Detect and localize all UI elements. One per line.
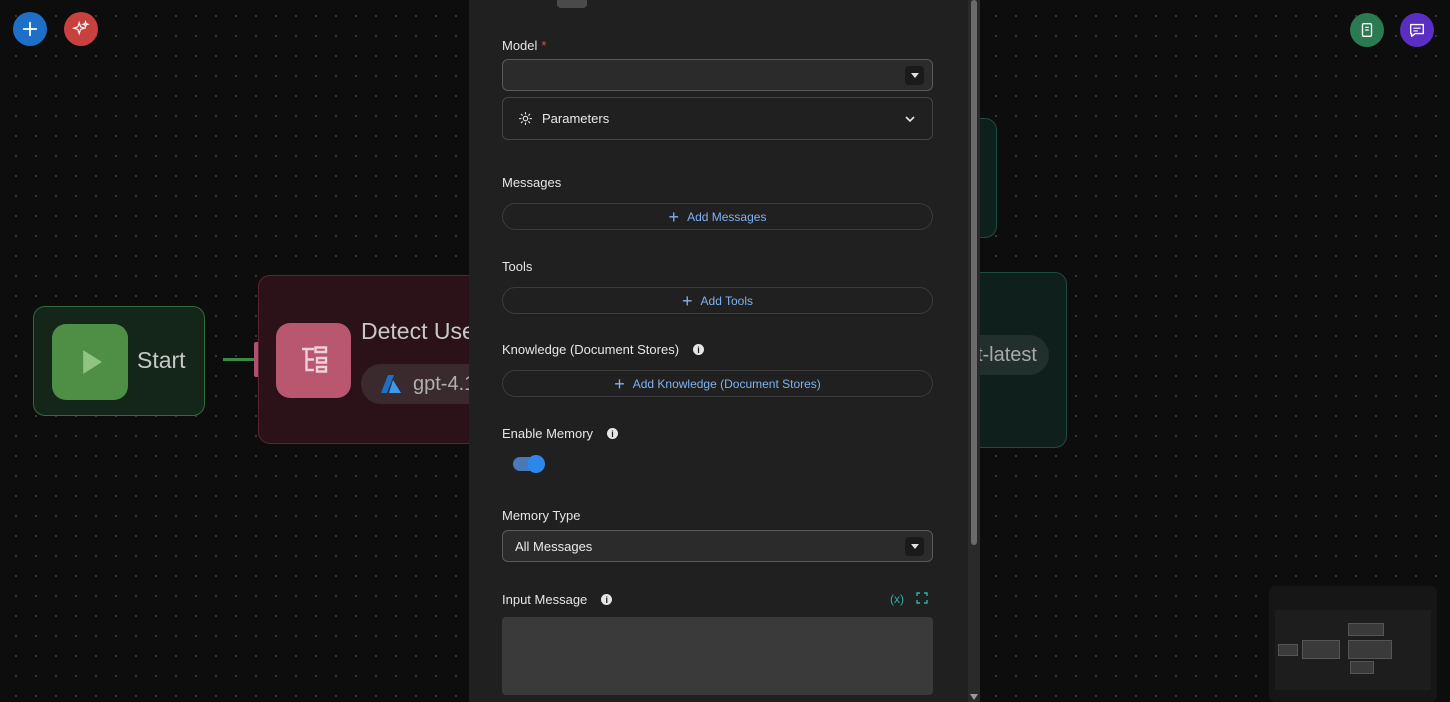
- enable-memory-label: Enable Memory i: [502, 426, 619, 441]
- document-check-icon: [1361, 23, 1373, 37]
- chat-icon: [1410, 23, 1424, 37]
- ai-generate-button[interactable]: [64, 12, 98, 46]
- model-chip-label: gpt-4.1: [413, 372, 476, 395]
- minimap-node: [1348, 623, 1384, 636]
- add-knowledge-button[interactable]: + Add Knowledge (Document Stores): [502, 370, 933, 397]
- memory-type-value: All Messages: [515, 538, 593, 554]
- model-label: Model *: [502, 38, 547, 53]
- enable-memory-toggle[interactable]: [513, 455, 545, 473]
- model-chip-label: t-latest: [976, 343, 1037, 366]
- chat-button[interactable]: [1400, 13, 1434, 47]
- node-title: Detect Use: [361, 318, 475, 344]
- required-mark: *: [541, 38, 547, 53]
- memory-type-label: Memory Type: [502, 508, 581, 523]
- model-select[interactable]: [502, 59, 933, 91]
- plus-icon: [22, 21, 38, 37]
- chevron-down-icon: [905, 66, 924, 85]
- scroll-down-arrow[interactable]: [970, 694, 978, 700]
- sparkles-icon: [72, 20, 90, 36]
- input-message-textarea[interactable]: [502, 617, 933, 695]
- add-tools-button[interactable]: + Add Tools: [502, 287, 933, 314]
- info-icon[interactable]: i: [601, 594, 613, 605]
- insert-variable-button[interactable]: (x): [890, 592, 904, 606]
- tree-icon: [276, 323, 351, 398]
- minimap-node: [1278, 644, 1298, 656]
- minimap-node: [1302, 640, 1340, 659]
- chevron-down-icon: [905, 537, 924, 556]
- memory-type-select[interactable]: All Messages: [502, 530, 933, 562]
- azure-icon: [381, 375, 401, 393]
- panel-scrollbar[interactable]: [968, 0, 980, 702]
- play-icon: [52, 324, 128, 400]
- tools-label: Tools: [502, 259, 533, 274]
- expand-icon[interactable]: [916, 592, 928, 604]
- plus-icon: +: [682, 290, 693, 311]
- toggle-knob: [527, 455, 545, 473]
- info-icon[interactable]: i: [607, 428, 619, 439]
- info-icon[interactable]: i: [693, 344, 705, 355]
- scrollbar-thumb[interactable]: [971, 0, 977, 545]
- parameters-label: Parameters: [542, 111, 610, 126]
- input-message-label: Input Message i: [502, 592, 613, 607]
- add-node-button[interactable]: [13, 12, 47, 46]
- validate-button[interactable]: [1350, 13, 1384, 47]
- knowledge-label: Knowledge (Document Stores) i: [502, 342, 705, 357]
- plus-icon: +: [668, 206, 680, 227]
- messages-label: Messages: [502, 175, 562, 190]
- edge-connector: [223, 358, 257, 361]
- add-messages-button[interactable]: + Add Messages: [502, 203, 933, 230]
- chevron-down-icon: [905, 116, 915, 123]
- minimap-node: [1350, 661, 1374, 674]
- condition-agent-node[interactable]: Detect Use gpt-4.1: [258, 275, 501, 444]
- minimap-node: [1348, 640, 1392, 659]
- parameters-accordion[interactable]: Parameters: [502, 97, 933, 140]
- minimap[interactable]: [1269, 586, 1437, 702]
- panel-top-chip: [557, 0, 587, 8]
- plus-icon: +: [614, 373, 625, 394]
- node-title: Start: [137, 347, 186, 373]
- gear-icon: [519, 112, 532, 125]
- start-node[interactable]: Start: [33, 306, 205, 416]
- node-config-panel: Model * Parameters Messages + Add Messages…: [469, 0, 980, 702]
